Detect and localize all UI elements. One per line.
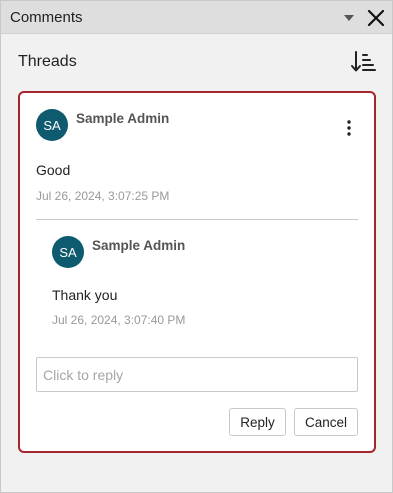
cancel-button[interactable]: Cancel: [294, 408, 358, 436]
more-vertical-icon[interactable]: [345, 119, 353, 137]
panel-title: Comments: [10, 9, 83, 26]
thread-divider: [36, 219, 358, 220]
reply-text: Thank you: [52, 287, 118, 303]
comment-text: Good: [36, 162, 71, 178]
avatar: SA: [52, 236, 84, 268]
comments-panel: Comments Threads SA Sample Admin Good Ju…: [0, 0, 393, 493]
comment-thread-card[interactable]: SA Sample Admin Good Jul 26, 2024, 3:07:…: [18, 91, 376, 453]
triangle-down-icon[interactable]: [341, 10, 357, 26]
reply-author: Sample Admin: [92, 238, 186, 253]
comment-author: Sample Admin: [76, 111, 170, 126]
threads-heading: Threads: [18, 53, 77, 70]
panel-titlebar: Comments: [1, 1, 392, 34]
sort-descending-icon[interactable]: [349, 50, 377, 74]
reply-input[interactable]: [36, 357, 358, 392]
close-icon[interactable]: [365, 7, 387, 29]
avatar: SA: [36, 109, 68, 141]
reply-timestamp: Jul 26, 2024, 3:07:40 PM: [52, 313, 186, 327]
comment-timestamp: Jul 26, 2024, 3:07:25 PM: [36, 189, 170, 203]
reply-button[interactable]: Reply: [229, 408, 286, 436]
